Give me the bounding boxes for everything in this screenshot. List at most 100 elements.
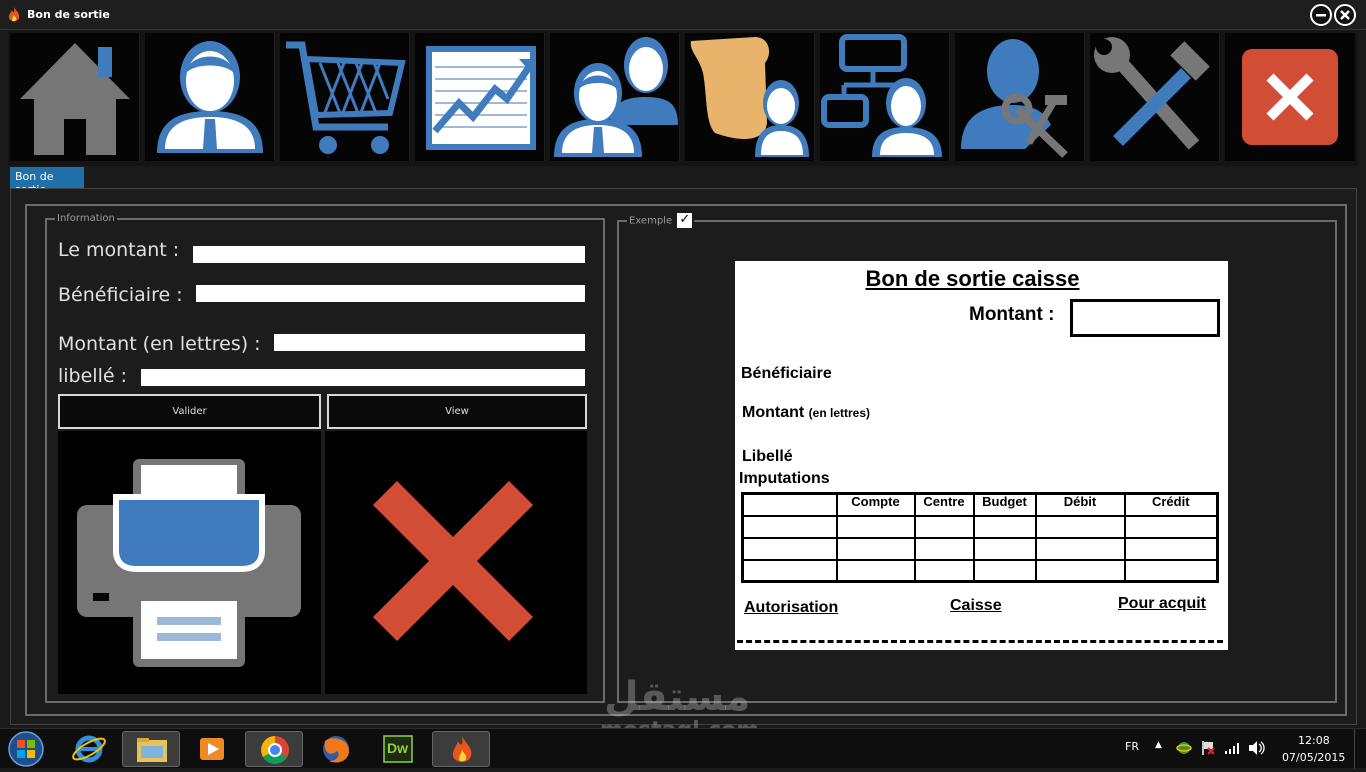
column-header: Débit xyxy=(1034,492,1126,517)
users-button[interactable] xyxy=(550,33,680,161)
show-hidden-icons-icon[interactable]: ▲ xyxy=(1155,740,1162,750)
stats-button[interactable] xyxy=(415,33,545,161)
user-settings-button[interactable] xyxy=(955,33,1085,161)
clock-date[interactable]: 07/05/2015 xyxy=(1282,751,1345,764)
firefox-icon xyxy=(323,736,349,763)
window-title: Bon de sortie xyxy=(27,8,110,21)
beneficiaire-input[interactable] xyxy=(196,285,585,302)
network-globe-icon[interactable] xyxy=(1176,740,1192,756)
doc-imputations: Imputations xyxy=(739,470,830,487)
doc-autorisation: Autorisation xyxy=(744,599,839,616)
chrome-icon xyxy=(261,736,289,764)
user-icon xyxy=(157,41,263,153)
exit-button[interactable] xyxy=(1225,33,1355,161)
doc-beneficiaire: Bénéficiaire xyxy=(741,365,832,382)
media-player-taskbar-button[interactable] xyxy=(183,731,241,767)
exemple-legend-label: Exemple xyxy=(629,215,673,227)
chrome-taskbar-button[interactable] xyxy=(245,731,303,767)
column-header: Compte xyxy=(835,492,916,517)
example-document: Bon de sortie caisse Montant : Bénéficia… xyxy=(735,261,1228,650)
show-desktop-button[interactable] xyxy=(1354,729,1366,769)
chart-icon xyxy=(426,46,536,150)
table-row xyxy=(741,536,1219,561)
doc-en-lettres: (en lettres) xyxy=(808,406,871,420)
libelle-label: libellé : xyxy=(58,365,127,387)
user-button[interactable] xyxy=(145,33,275,161)
doc-montant-lettres: Montant (en lettres) xyxy=(742,404,870,422)
imputations-table: Compte Centre Budget Débit Crédit xyxy=(741,492,1219,583)
print-button[interactable] xyxy=(58,431,321,694)
scroll-user-icon xyxy=(690,37,809,157)
doc-cut-line xyxy=(737,640,1223,643)
cancel-button[interactable] xyxy=(325,431,587,694)
view-button[interactable]: View xyxy=(327,394,587,429)
windows-start-icon xyxy=(8,731,44,767)
dreamweaver-taskbar-button[interactable]: Dw xyxy=(369,731,427,767)
table-row xyxy=(741,558,1219,583)
libelle-input[interactable] xyxy=(141,369,585,386)
title-bar: Bon de sortie xyxy=(0,0,1366,30)
tab-strip: Bon de sortie xyxy=(0,166,1366,196)
table-header-row: Compte Centre Budget Débit Crédit xyxy=(741,492,1219,517)
montant-lettres-input[interactable] xyxy=(274,334,585,351)
volume-icon[interactable] xyxy=(1247,740,1265,756)
minimize-button[interactable] xyxy=(1310,4,1332,26)
doc-title-text: Bon de sortie caisse xyxy=(865,266,1080,291)
tools-button[interactable] xyxy=(1090,33,1220,161)
doc-pour-acquit: Pour acquit xyxy=(1118,595,1207,612)
exemple-legend: Exemple ✓ xyxy=(627,213,694,228)
doc-title: Bon de sortie caisse xyxy=(735,266,1210,292)
check-icon: ✓ xyxy=(679,212,691,227)
clock-time[interactable]: 12:08 xyxy=(1298,734,1330,747)
table-row xyxy=(741,514,1219,539)
dreamweaver-label: Dw xyxy=(387,740,408,756)
cart-button[interactable] xyxy=(280,33,410,161)
beneficiaire-label: Bénéficiaire : xyxy=(58,284,183,306)
language-indicator[interactable]: FR xyxy=(1125,740,1139,753)
home-icon xyxy=(20,43,130,155)
flame-app-icon xyxy=(452,736,472,762)
organisation-button[interactable] xyxy=(820,33,950,161)
home-button[interactable] xyxy=(10,33,140,161)
start-button[interactable] xyxy=(6,730,46,768)
documents-button[interactable] xyxy=(685,33,815,161)
org-chart-icon xyxy=(821,34,942,157)
media-player-icon xyxy=(200,738,224,760)
tab-bon-de-sortie[interactable]: Bon de sortie xyxy=(10,167,84,196)
doc-montant-box xyxy=(1070,299,1220,337)
montant-lettres-label: Montant (en lettres) : xyxy=(58,333,261,355)
montant-input[interactable] xyxy=(193,246,585,263)
exemple-checkbox[interactable]: ✓ xyxy=(677,212,693,228)
taskbar: Dw FR ▲ 12:08 07/05/2015 xyxy=(0,728,1366,769)
column-header: Budget xyxy=(972,492,1037,517)
close-icon xyxy=(1242,49,1338,145)
column-header: Crédit xyxy=(1123,492,1219,517)
explorer-icon xyxy=(137,738,167,762)
close-window-button[interactable] xyxy=(1334,4,1356,26)
close-icon xyxy=(1340,10,1350,20)
signal-bars-icon[interactable] xyxy=(1224,740,1240,756)
explorer-taskbar-button[interactable] xyxy=(122,731,180,767)
montant-label: Le montant : xyxy=(58,239,180,261)
toolbar xyxy=(8,31,1358,166)
watermark-arabic: مستقل xyxy=(604,674,751,720)
column-header: Centre xyxy=(913,492,975,517)
users-group-icon xyxy=(554,37,678,157)
user-tools-icon xyxy=(961,39,1068,158)
flame-app-taskbar-button[interactable] xyxy=(432,731,490,767)
action-center-flag-icon[interactable] xyxy=(1200,739,1216,757)
printer-icon xyxy=(77,459,301,667)
cart-icon xyxy=(286,41,406,154)
ie-icon xyxy=(72,735,106,763)
doc-montant-label: Montant : xyxy=(969,304,1055,325)
minimize-icon xyxy=(1316,14,1326,17)
flame-app-icon xyxy=(8,7,20,22)
column-header xyxy=(741,492,838,517)
valider-button[interactable]: Valider xyxy=(58,394,321,429)
close-icon xyxy=(372,480,534,642)
doc-caisse: Caisse xyxy=(950,597,1002,614)
information-legend: Information xyxy=(57,213,115,224)
firefox-taskbar-button[interactable] xyxy=(307,731,365,767)
ie-taskbar-button[interactable] xyxy=(60,731,118,767)
tools-icon xyxy=(1094,37,1210,150)
